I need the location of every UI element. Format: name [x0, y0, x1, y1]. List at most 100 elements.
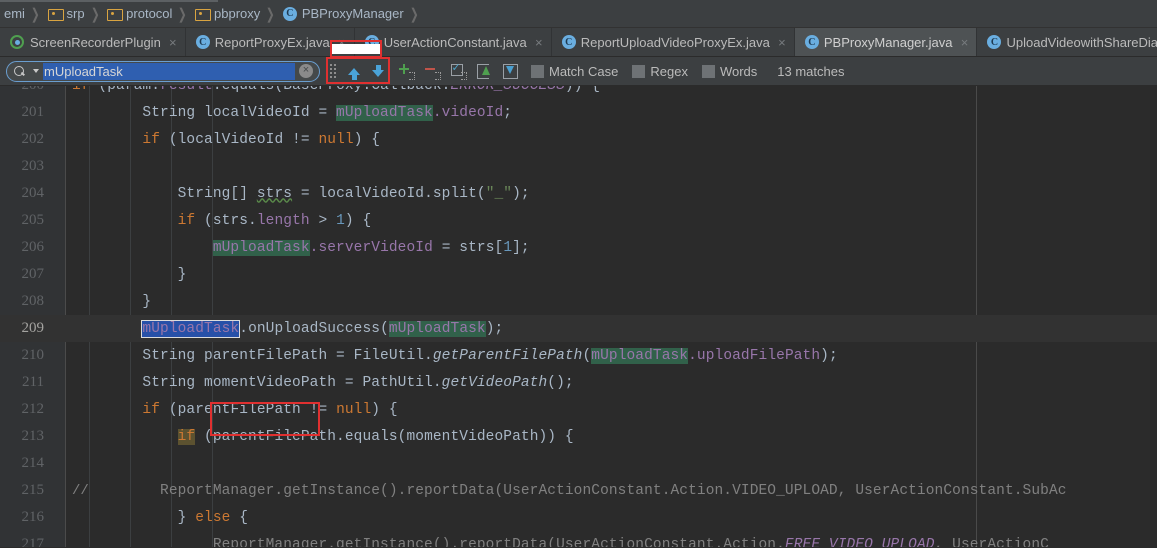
line-number: 207 — [21, 266, 45, 282]
add-selection-icon[interactable] — [398, 63, 415, 80]
plugin-icon — [10, 35, 24, 49]
java-class-icon: C — [561, 35, 576, 49]
code-row[interactable]: 201 String localVideoId = mUploadTask.vi… — [0, 99, 1157, 126]
tab-label: PBProxyManager.java — [823, 34, 953, 50]
code-row[interactable]: 203 — [0, 153, 1157, 180]
line-number: 204 — [21, 185, 45, 201]
breadcrumb-label: protocol — [126, 6, 173, 21]
code-line-215[interactable]: ReportManager.getInstance().reportData(U… — [56, 483, 1067, 499]
line-number: 200 — [0, 86, 56, 94]
code-row[interactable]: 204 String[] strs = localVideoId.split("… — [0, 180, 1157, 207]
tab-pbproxymanager[interactable]: C PBProxyManager.java × — [794, 28, 978, 56]
tab-label: ScreenRecorderPlugin — [30, 34, 161, 50]
line-number: 213 — [21, 428, 45, 444]
code-line-214[interactable] — [56, 456, 81, 472]
code-row[interactable]: 202 if (localVideoId != null) { — [0, 126, 1157, 153]
code-row[interactable]: 200 if (param.result.equals(BaseProxy.Ca… — [0, 86, 1157, 99]
search-input-value[interactable]: mUploadTask — [43, 62, 295, 80]
line-number: 214 — [21, 455, 45, 471]
code-row[interactable]: 205 if (strs.length > 1) { — [0, 207, 1157, 234]
tab-close-icon[interactable]: × — [167, 35, 179, 50]
code-line-212[interactable]: if (parentFilePath != null) { — [56, 402, 398, 418]
code-line-200[interactable]: if (param.result.equals(BaseProxy.Callba… — [56, 86, 600, 94]
breadcrumb-item-pbproxy[interactable]: pbproxy — [191, 0, 262, 28]
tab-label: UserActionConstant.java — [383, 34, 527, 50]
code-line-210[interactable]: String parentFilePath = FileUtil.getPare… — [56, 347, 838, 364]
code-row[interactable]: 207 } — [0, 261, 1157, 288]
code-line-203[interactable] — [56, 159, 81, 175]
tab-screenrecorderplugin[interactable]: ScreenRecorderPlugin × — [0, 28, 186, 56]
words-checkbox[interactable] — [701, 64, 715, 78]
code-row[interactable]: 210 String parentFilePath = FileUtil.get… — [0, 342, 1157, 369]
tab-close-icon[interactable]: × — [776, 35, 788, 50]
code-line-211[interactable]: String momentVideoPath = PathUtil.getVid… — [56, 375, 574, 391]
breadcrumb-item-emi[interactable]: emi — [0, 0, 27, 28]
words-option[interactable]: Words — [701, 64, 765, 79]
match-case-option[interactable]: Match Case — [531, 64, 626, 79]
breadcrumb-label: emi — [4, 6, 25, 21]
code-line-208[interactable]: } — [56, 294, 151, 310]
code-line-201[interactable]: String localVideoId = mUploadTask.videoI… — [56, 104, 512, 121]
code-line-216[interactable]: } else { — [56, 510, 248, 526]
tab-close-icon[interactable]: × — [958, 35, 970, 50]
arrow-up-icon — [348, 67, 360, 80]
next-match-button[interactable] — [366, 60, 390, 82]
select-all-occurrences-icon[interactable] — [450, 61, 467, 80]
regex-option[interactable]: Regex — [632, 64, 696, 79]
regex-label: Regex — [650, 63, 688, 79]
folder-icon — [107, 8, 124, 21]
drag-handle-icon[interactable] — [330, 63, 336, 79]
search-input[interactable]: mUploadTask × — [6, 60, 320, 82]
breadcrumb-item-pbproxymanager[interactable]: C PBProxyManager — [279, 0, 406, 28]
code-line-205[interactable]: if (strs.length > 1) { — [56, 213, 372, 229]
selection-dots-icon — [409, 71, 415, 80]
breadcrumb-separator: ❯ — [90, 5, 100, 23]
clear-search-icon[interactable]: × — [299, 64, 313, 78]
code-row-current[interactable]: 209 mUploadTask.onUploadSuccess(mUploadT… — [0, 315, 1157, 342]
code-row[interactable]: 206 mUploadTask.serverVideoId = strs[1]; — [0, 234, 1157, 261]
line-number: 201 — [21, 104, 45, 120]
match-case-label: Match Case — [549, 63, 619, 79]
code-row[interactable]: 216 } else { — [0, 504, 1157, 531]
code-line-217[interactable]: ReportManager.getInstance().reportData(U… — [56, 537, 1049, 548]
current-match-highlight: mUploadTask — [141, 319, 241, 338]
search-icon — [14, 65, 30, 78]
tab-reportuploadvideoproxyex[interactable]: C ReportUploadVideoProxyEx.java × — [551, 28, 795, 56]
code-row[interactable]: 215 // ReportManager.getInstance().repor… — [0, 477, 1157, 504]
code-line-206[interactable]: mUploadTask.serverVideoId = strs[1]; — [56, 239, 530, 256]
code-line-204[interactable]: String[] strs = localVideoId.split("_"); — [56, 186, 530, 202]
code-row[interactable]: 214 — [0, 450, 1157, 477]
match-count-label: 13 matches — [777, 63, 845, 79]
find-tool-icons — [398, 61, 519, 80]
selection-dots-icon — [435, 71, 441, 80]
code-line-209[interactable]: mUploadTask.onUploadSuccess(mUploadTask)… — [56, 319, 503, 338]
tab-useractionconstant[interactable]: C UserActionConstant.java × — [354, 28, 552, 56]
line-number: 216 — [21, 509, 45, 525]
line-number: 202 — [21, 131, 45, 147]
remove-selection-icon[interactable] — [424, 63, 441, 80]
breadcrumb-item-srp[interactable]: srp — [44, 0, 87, 28]
tab-uploadvideowithsharedialog[interactable]: C UploadVideowithShareDialog — [977, 28, 1157, 56]
code-row[interactable]: 208 } — [0, 288, 1157, 315]
line-number: 203 — [21, 158, 45, 174]
code-row[interactable]: 217 ReportManager.getInstance().reportDa… — [0, 531, 1157, 547]
open-in-find-window-icon[interactable] — [476, 63, 493, 80]
find-in-path-icon[interactable] — [502, 63, 519, 80]
code-row[interactable]: 213 if (parentFilePath.equals(momentVide… — [0, 423, 1157, 450]
previous-match-button[interactable] — [342, 60, 366, 82]
breadcrumb-separator: ❯ — [266, 5, 275, 23]
tab-close-icon[interactable]: × — [533, 35, 545, 50]
code-line-202[interactable]: if (localVideoId != null) { — [56, 132, 380, 148]
breadcrumb-item-protocol[interactable]: protocol — [103, 0, 174, 28]
chevron-down-icon[interactable] — [33, 69, 39, 73]
code-line-213[interactable]: if (parentFilePath.equals(momentVideoPat… — [56, 428, 574, 445]
match-case-checkbox[interactable] — [531, 64, 544, 78]
tab-reportproxyex[interactable]: C ReportProxyEx.java × — [185, 28, 355, 56]
code-line-207[interactable]: } — [56, 267, 187, 283]
code-row[interactable]: 211 String momentVideoPath = PathUtil.ge… — [0, 369, 1157, 396]
code-editor[interactable]: 200 if (param.result.equals(BaseProxy.Ca… — [0, 86, 1157, 547]
code-row[interactable]: 212 if (parentFilePath != null) { — [0, 396, 1157, 423]
window-edge-line — [0, 0, 218, 2]
regex-checkbox[interactable] — [632, 64, 646, 78]
arrow-down-icon — [372, 64, 384, 77]
